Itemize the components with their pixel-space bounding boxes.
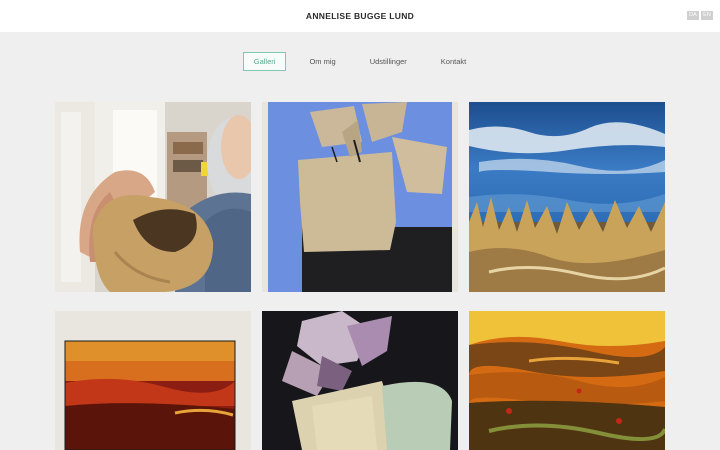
gallery-item-dark-collage[interactable]: [262, 311, 458, 450]
sea-landscape-image: [469, 102, 665, 292]
gallery-item-sea-landscape[interactable]: [469, 102, 665, 292]
gallery-item-blue-collage[interactable]: [262, 102, 458, 292]
red-sunset-image: [55, 311, 251, 450]
gallery-item-orange-abstract[interactable]: [469, 311, 665, 450]
artist-with-bowl-image: [55, 102, 251, 292]
dark-collage-image: [262, 311, 458, 450]
orange-abstract-image: [469, 311, 665, 450]
gallery-item-red-sunset[interactable]: [55, 311, 251, 450]
gallery-item-artist-photo[interactable]: [55, 102, 251, 292]
gallery-grid: [0, 0, 720, 450]
blue-collage-image: [262, 102, 458, 292]
